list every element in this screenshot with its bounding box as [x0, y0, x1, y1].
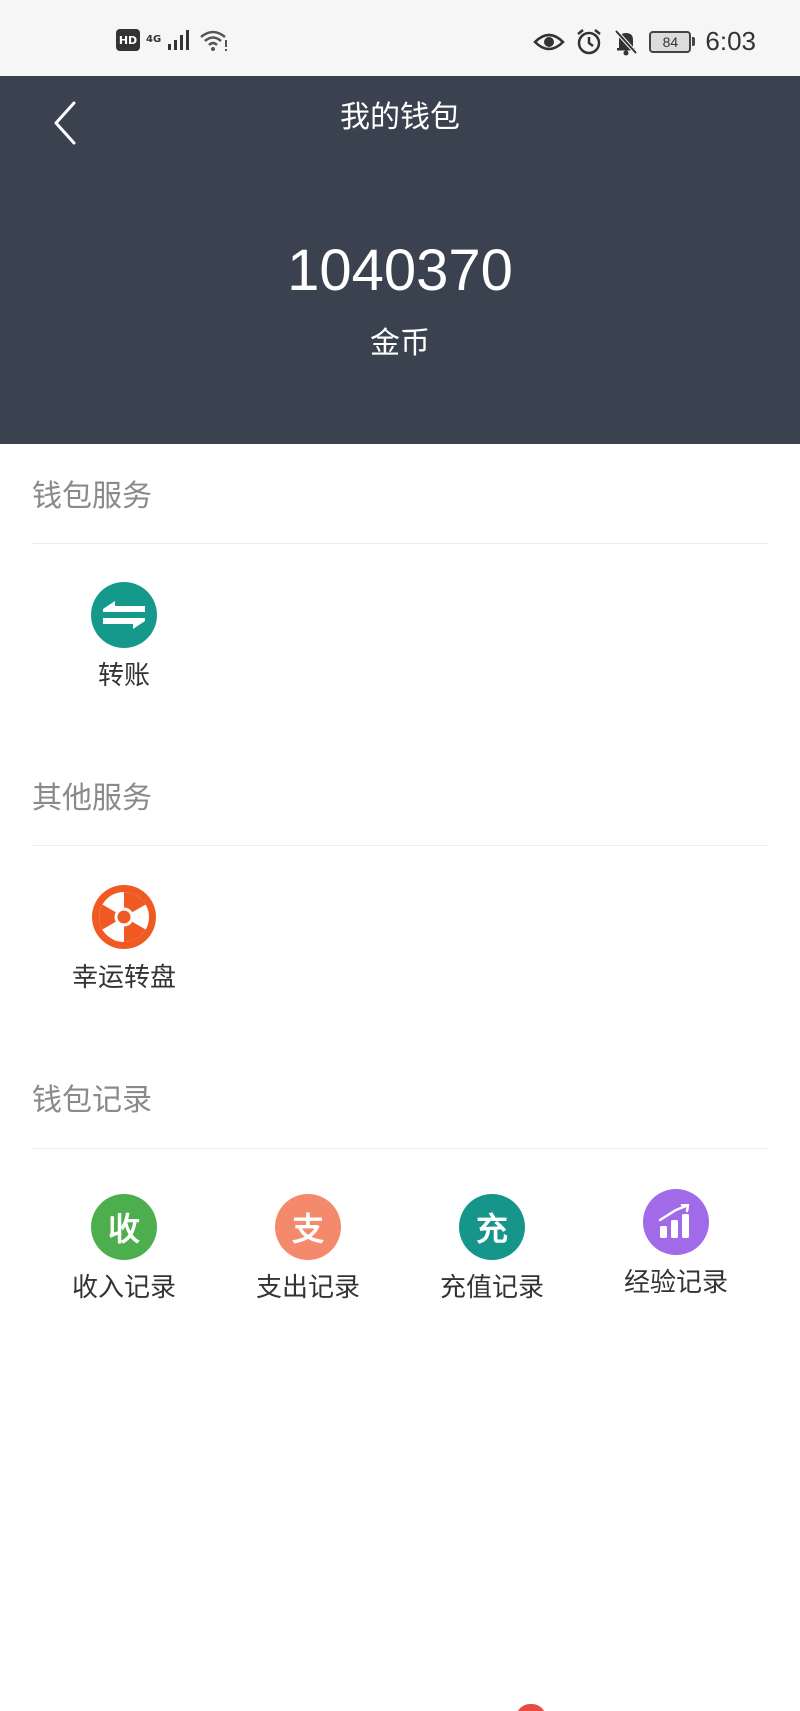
recharge-records-button[interactable]: 充 充值记录 — [400, 1194, 584, 1306]
experience-records-button[interactable]: 经验记录 — [584, 1189, 768, 1301]
experience-records-label: 经验记录 — [623, 1268, 728, 1298]
divider — [32, 543, 768, 544]
recharge-records-label: 充值记录 — [439, 1273, 544, 1303]
expense-records-label: 支出记录 — [255, 1273, 360, 1303]
divider — [32, 845, 768, 846]
lucky-wheel-button[interactable]: 幸运转盘 — [32, 884, 216, 996]
recharge-icon: 充 — [459, 1194, 525, 1260]
expense-icon: 支 — [275, 1194, 341, 1260]
income-records-label: 收入记录 — [71, 1273, 176, 1303]
section-title-wallet-records: 钱包记录 — [32, 1083, 152, 1118]
coin-balance: 1040370 — [287, 238, 513, 303]
lucky-wheel-label: 幸运转盘 — [71, 963, 176, 993]
page-title: 我的钱包 — [340, 100, 460, 135]
wifi-icon — [200, 30, 228, 51]
status-left-icons: HD 4G — [116, 28, 229, 52]
expense-records-button[interactable]: 支 支出记录 — [216, 1194, 400, 1306]
battery-icon: 84 — [649, 30, 696, 53]
notification-off-icon — [614, 29, 638, 55]
lucky-wheel-icon — [91, 884, 157, 950]
transfer-label: 转账 — [97, 661, 150, 691]
experience-chart-icon — [643, 1189, 709, 1255]
eye-icon — [533, 33, 566, 50]
status-right-icons: 84 6:03 — [533, 26, 756, 57]
hd-icon: HD — [116, 29, 140, 51]
income-records-button[interactable]: 收 收入记录 — [32, 1194, 216, 1306]
income-icon: 收 — [91, 1194, 157, 1260]
alarm-icon — [577, 28, 602, 54]
wallet-header: 我的钱包 1040370 金币 — [0, 76, 800, 444]
floating-button-edge[interactable] — [516, 1704, 546, 1711]
status-time: 6:03 — [705, 26, 756, 56]
transfer-button[interactable]: 转账 — [32, 582, 216, 694]
divider — [32, 1148, 768, 1149]
status-bar: HD 4G 84 6:03 — [0, 0, 800, 76]
balance-unit-label: 金币 — [370, 326, 430, 361]
signal-icon — [168, 30, 190, 50]
battery-level: 84 — [649, 30, 692, 53]
transfer-icon — [91, 582, 157, 648]
section-title-wallet-services: 钱包服务 — [32, 479, 152, 514]
section-title-other-services: 其他服务 — [32, 781, 152, 816]
network-type-label: 4G — [146, 34, 162, 45]
